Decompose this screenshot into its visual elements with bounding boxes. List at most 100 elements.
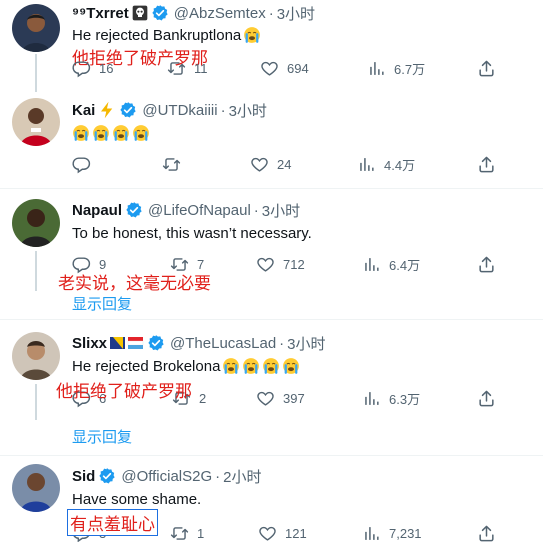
retweet-count: 1 — [197, 525, 205, 541]
views-button[interactable]: 7,231 — [362, 523, 422, 542]
views-icon — [357, 155, 376, 174]
timestamp[interactable]: 3小时 — [277, 3, 315, 24]
translation-annotation: 老实说，这毫无必要 — [58, 274, 211, 294]
retweet-button[interactable]: 1 — [170, 523, 204, 542]
share-icon — [477, 155, 496, 174]
tweet-text: To be honest, this wasn’t necessary. — [72, 224, 312, 242]
loudly-crying-face-icon — [242, 357, 260, 375]
views-button[interactable]: 6.7万 — [367, 58, 425, 78]
author-handle[interactable]: @OfficialS2G — [121, 468, 212, 485]
author-name[interactable]: Kai — [72, 102, 95, 119]
retweet-icon — [170, 524, 189, 542]
reply-button[interactable] — [72, 154, 99, 174]
like-button[interactable]: 712 — [256, 254, 305, 274]
heart-icon — [256, 389, 275, 408]
views-button[interactable]: 6.4万 — [362, 254, 420, 274]
heart-icon — [250, 155, 269, 174]
retweet-icon — [167, 59, 186, 78]
avatar[interactable] — [12, 464, 60, 512]
like-button[interactable]: 694 — [260, 58, 309, 78]
like-count: 694 — [287, 60, 309, 76]
timestamp[interactable]: 3小时 — [287, 333, 325, 354]
like-button[interactable]: 24 — [250, 154, 291, 174]
tweet-4[interactable]: Slixx @TheLucasLad · 3小时 He rejected Bro… — [0, 320, 543, 455]
separator-dot: · — [268, 4, 274, 22]
author-name[interactable]: ⁹⁹Txrret — [72, 5, 129, 22]
show-replies-link[interactable]: 显示回复 — [72, 293, 132, 314]
separator-dot: · — [220, 101, 226, 119]
loudly-crying-face-icon — [132, 124, 150, 142]
heart-icon — [258, 524, 277, 542]
verified-icon — [119, 101, 137, 119]
views-count: 6.4万 — [389, 257, 421, 273]
retweet-button[interactable]: 11 — [167, 58, 208, 78]
avatar[interactable] — [12, 4, 60, 52]
share-button[interactable] — [477, 523, 496, 542]
author-handle[interactable]: @UTDkaiiii — [142, 102, 217, 119]
share-button[interactable] — [477, 388, 496, 408]
translation-annotation: 有点羞耻心 — [67, 509, 158, 536]
loudly-crying-face-icon — [72, 124, 90, 142]
views-icon — [362, 255, 381, 274]
show-replies-link[interactable]: 显示回复 — [72, 426, 132, 447]
like-button[interactable]: 397 — [256, 388, 305, 408]
like-count: 712 — [283, 256, 305, 272]
views-icon — [362, 524, 381, 542]
author-name[interactable]: Sid — [72, 468, 95, 485]
like-count: 121 — [285, 525, 307, 541]
action-bar: 16 11 694 6.7万 — [72, 58, 512, 78]
views-icon — [362, 389, 381, 408]
separator-dot: · — [215, 467, 221, 485]
author-name[interactable]: Slixx — [72, 335, 107, 352]
share-icon — [477, 255, 496, 274]
reply-icon — [72, 59, 91, 78]
timestamp[interactable]: 3小时 — [262, 200, 300, 221]
tweet-2[interactable]: Kai @UTDkaiiii · 3小时 24 4.4万 — [0, 92, 543, 188]
reply-icon — [72, 155, 91, 174]
lightning-icon — [98, 101, 116, 119]
reply-button[interactable]: 16 — [72, 58, 113, 78]
thread-line — [35, 54, 37, 92]
tweet-3[interactable]: Napaul @LifeOfNapaul · 3小时 To be honest,… — [0, 189, 543, 319]
loudly-crying-face-icon — [92, 124, 110, 142]
views-button[interactable]: 4.4万 — [357, 154, 415, 174]
loudly-crying-face-icon — [222, 357, 240, 375]
share-button[interactable] — [477, 58, 496, 78]
heart-icon — [260, 59, 279, 78]
timestamp[interactable]: 3小时 — [229, 100, 267, 121]
separator-dot: · — [279, 334, 285, 352]
verified-icon — [98, 467, 116, 485]
reply-count: 16 — [99, 60, 114, 76]
share-icon — [477, 59, 496, 78]
author-handle[interactable]: @AbzSemtex — [174, 5, 266, 22]
tweet-text: Have some shame. — [72, 490, 202, 508]
retweet-icon — [162, 155, 181, 174]
author-handle[interactable]: @LifeOfNapaul — [148, 202, 251, 219]
heart-icon — [256, 255, 275, 274]
tweet-text: He rejected Brokelona — [72, 355, 300, 377]
share-button[interactable] — [477, 154, 496, 174]
avatar[interactable] — [12, 98, 60, 146]
tweet-5[interactable]: Sid @OfficialS2G · 2小时 Have some shame. … — [0, 456, 543, 542]
retweet-button[interactable] — [162, 154, 189, 174]
translation-annotation: 他拒绝了破产罗那 — [56, 382, 192, 402]
author-handle[interactable]: @TheLucasLad — [170, 335, 276, 352]
verified-icon — [125, 201, 143, 219]
avatar[interactable] — [12, 199, 60, 247]
like-button[interactable]: 121 — [258, 523, 307, 542]
timestamp[interactable]: 2小时 — [223, 466, 261, 487]
tweet-1[interactable]: ⁹⁹Txrret @AbzSemtex · 3小时 He rejected Ba… — [0, 0, 543, 92]
share-icon — [477, 389, 496, 408]
action-bar: 24 4.4万 — [72, 154, 512, 174]
loudly-crying-face-icon — [112, 124, 130, 142]
share-button[interactable] — [477, 254, 496, 274]
avatar[interactable] — [12, 332, 60, 380]
tweet-text-content: He rejected Bankruptlona — [72, 26, 242, 44]
views-button[interactable]: 6.3万 — [362, 388, 420, 408]
tweet-text: He rejected Bankruptlona — [72, 24, 261, 46]
views-count: 4.4万 — [384, 157, 416, 173]
verified-icon — [147, 334, 165, 352]
author-name[interactable]: Napaul — [72, 202, 122, 219]
share-icon — [477, 524, 496, 542]
loudly-crying-face-icon — [262, 357, 280, 375]
